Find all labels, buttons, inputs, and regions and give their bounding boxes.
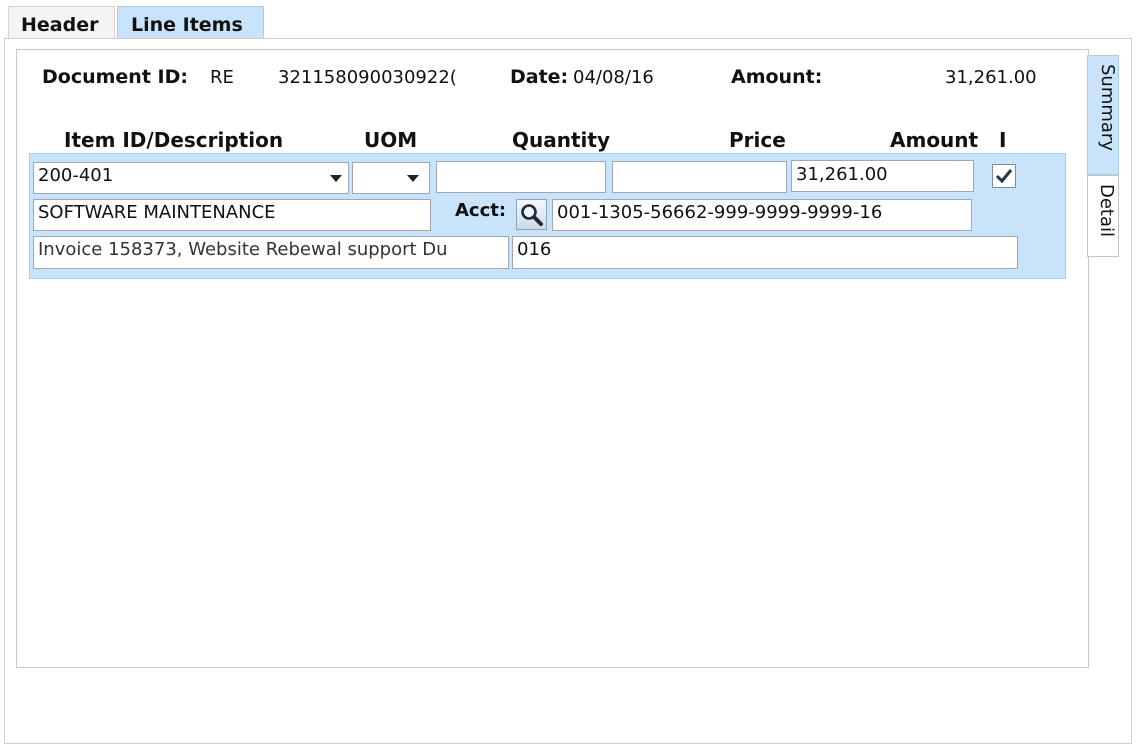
price-field[interactable] bbox=[612, 161, 787, 193]
i-checkbox[interactable] bbox=[992, 164, 1016, 188]
chevron-down-icon bbox=[407, 175, 419, 182]
check-icon bbox=[995, 169, 1013, 184]
document-id-value: 321158090030922( bbox=[278, 67, 457, 88]
uom-select[interactable] bbox=[352, 162, 430, 194]
description-field[interactable]: SOFTWARE MAINTENANCE bbox=[33, 199, 431, 231]
date-label: Date: bbox=[510, 66, 569, 88]
amount-label: Amount: bbox=[731, 66, 823, 88]
document-id-label: Document ID: bbox=[42, 66, 188, 88]
amount-field[interactable]: 31,261.00 bbox=[791, 160, 974, 192]
column-header-quantity: Quantity bbox=[512, 128, 610, 152]
amount-value: 31,261.00 bbox=[945, 67, 1037, 88]
acct-label: Acct: bbox=[455, 200, 507, 221]
tab-line-items[interactable]: Line Items bbox=[117, 6, 264, 39]
column-header-price: Price bbox=[729, 128, 786, 152]
column-header-uom: UOM bbox=[364, 128, 418, 152]
invoice-description-field[interactable]: Invoice 158373, Website Rebewal support … bbox=[33, 236, 509, 269]
side-tab-detail-label: Detail bbox=[1096, 184, 1117, 238]
column-header-amount: Amount bbox=[890, 128, 979, 152]
side-tab-summary-label: Summary bbox=[1097, 64, 1118, 151]
chevron-down-icon bbox=[330, 175, 342, 182]
column-header-i: I bbox=[999, 128, 1007, 152]
item-id-select[interactable]: 200-401 bbox=[33, 162, 349, 194]
quantity-field[interactable] bbox=[436, 161, 606, 193]
document-id-prefix: RE bbox=[210, 67, 234, 88]
column-header-item: Item ID/Description bbox=[64, 128, 284, 152]
tab-header[interactable]: Header bbox=[8, 6, 115, 39]
search-icon bbox=[521, 204, 543, 226]
item-id-value: 200-401 bbox=[38, 165, 114, 186]
acct-search-button[interactable] bbox=[516, 199, 547, 230]
side-tab-summary[interactable]: Summary bbox=[1087, 55, 1119, 175]
side-tab-detail[interactable]: Detail bbox=[1087, 175, 1119, 257]
acct-field[interactable]: 001-1305-56662-999-9999-9999-16 bbox=[552, 199, 972, 231]
invoice-description-continued-field[interactable]: 016 bbox=[512, 236, 1018, 269]
date-value: 04/08/16 bbox=[573, 67, 654, 88]
